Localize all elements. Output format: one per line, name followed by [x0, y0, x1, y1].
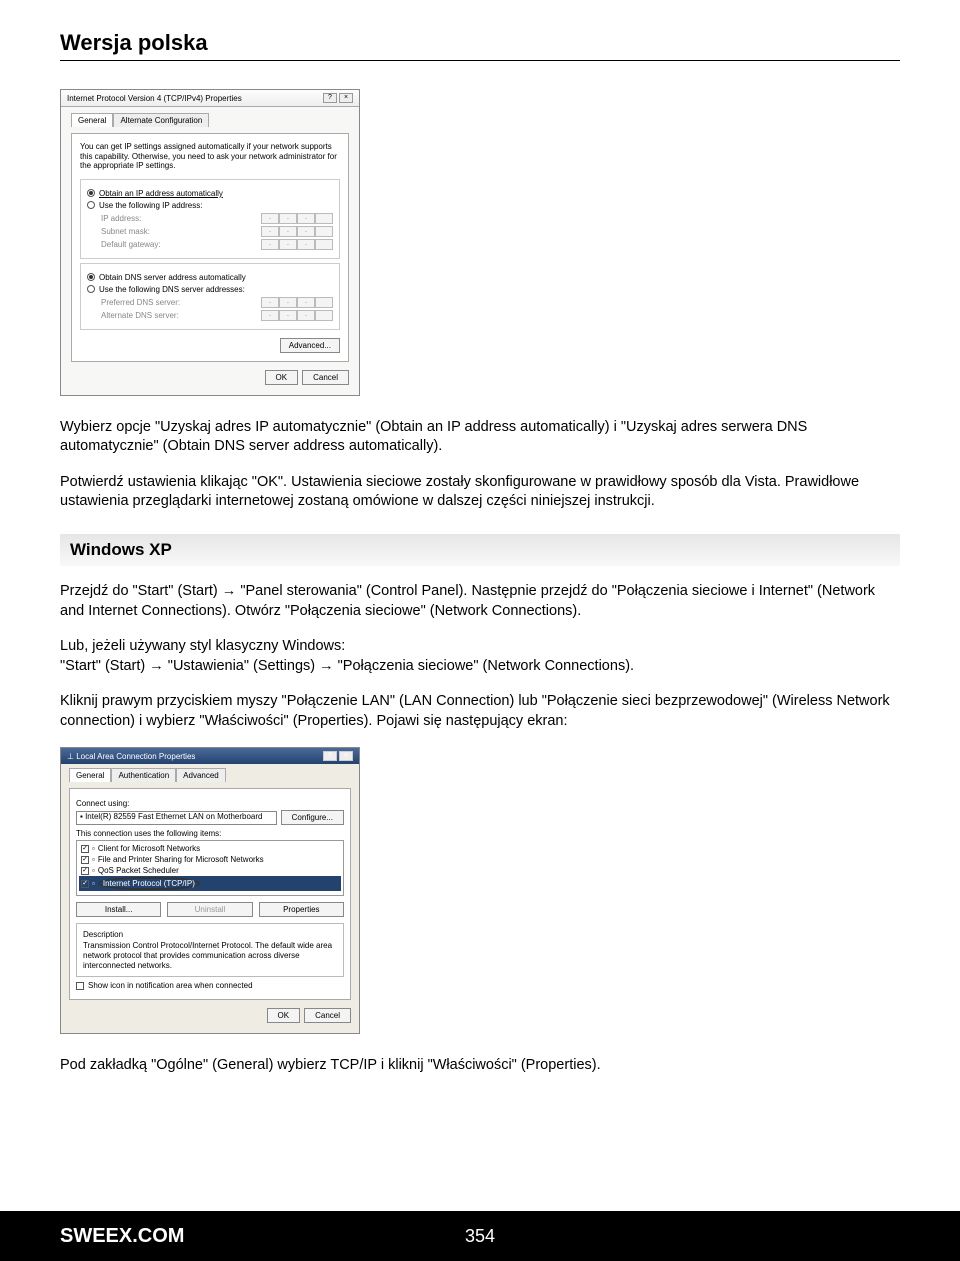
checkbox-icon[interactable]: [81, 856, 89, 864]
install-button[interactable]: Install...: [76, 902, 161, 917]
tab-advanced[interactable]: Advanced: [176, 768, 226, 782]
label-ip: IP address:: [101, 214, 141, 223]
tab-alternate[interactable]: Alternate Configuration: [113, 113, 209, 127]
label-alt-dns: Alternate DNS server:: [101, 311, 179, 320]
qos-icon: ▫: [92, 866, 95, 875]
network-icon: ⊥: [67, 752, 76, 761]
page-footer: SWEEX.COM 354: [0, 1211, 960, 1261]
list-item[interactable]: Client for Microsoft Networks: [98, 844, 200, 853]
radio-icon: [87, 189, 95, 197]
protocol-icon: ▫: [92, 879, 95, 888]
radio-label: Use the following DNS server addresses:: [99, 285, 245, 294]
close-icon[interactable]: ×: [339, 93, 353, 103]
share-icon: ▫: [92, 855, 95, 864]
advanced-button[interactable]: Advanced...: [280, 338, 340, 353]
paragraph: Przejdź do "Start" (Start) → "Panel ster…: [60, 582, 900, 621]
checkbox-label: Show icon in notification area when conn…: [88, 981, 253, 990]
checkbox-show-icon[interactable]: Show icon in notification area when conn…: [76, 981, 344, 990]
section-heading-xp: Windows XP: [60, 534, 900, 566]
list-item[interactable]: QoS Packet Scheduler: [98, 866, 179, 875]
tab-general[interactable]: General: [69, 768, 111, 782]
label-description: Description: [83, 930, 337, 939]
radio-icon: [87, 273, 95, 281]
cancel-button[interactable]: Cancel: [302, 370, 349, 385]
ipv4-properties-dialog: Internet Protocol Version 4 (TCP/IPv4) P…: [60, 89, 360, 396]
help-icon[interactable]: ?: [323, 93, 337, 103]
radio-icon: [87, 285, 95, 293]
checkbox-icon[interactable]: [81, 867, 89, 875]
ok-button[interactable]: OK: [265, 370, 299, 385]
arrow-icon: →: [149, 658, 164, 674]
page-title: Wersja polska: [60, 30, 900, 56]
paragraph: Pod zakładką "Ogólne" (General) wybierz …: [60, 1056, 900, 1076]
checkbox-icon[interactable]: [81, 880, 89, 888]
footer-brand: SWEEX.COM: [60, 1225, 184, 1248]
arrow-icon: →: [222, 583, 237, 599]
description-text: Transmission Control Protocol/Internet P…: [83, 941, 337, 970]
paragraph: Wybierz opcje "Uzyskaj adres IP automaty…: [60, 418, 900, 457]
checkbox-icon[interactable]: [81, 845, 89, 853]
dialog-title: Internet Protocol Version 4 (TCP/IPv4) P…: [67, 94, 242, 103]
configure-button[interactable]: Configure...: [281, 810, 344, 825]
title-rule: [60, 60, 900, 61]
ok-button[interactable]: OK: [267, 1008, 301, 1023]
radio-label: Obtain an IP address automatically: [99, 189, 223, 198]
label-connect-using: Connect using:: [76, 799, 344, 808]
dialog-titlebar: ⊥ Local Area Connection Properties ? ×: [61, 748, 359, 764]
dialog-desc: You can get IP settings assigned automat…: [80, 142, 340, 171]
uninstall-button: Uninstall: [167, 902, 252, 917]
client-icon: ▫: [92, 844, 95, 853]
list-item-tcpip[interactable]: Internet Protocol (TCP/IP): [98, 877, 200, 890]
cancel-button[interactable]: Cancel: [304, 1008, 351, 1023]
close-icon[interactable]: ×: [339, 751, 353, 761]
radio-label: Use the following IP address:: [99, 201, 202, 210]
help-icon[interactable]: ?: [323, 751, 337, 761]
items-list[interactable]: ▫Client for Microsoft Networks ▫File and…: [76, 840, 344, 896]
paragraph: Kliknij prawym przyciskiem myszy "Połącz…: [60, 692, 900, 731]
lan-properties-dialog: ⊥ Local Area Connection Properties ? × G…: [60, 747, 360, 1034]
label-subnet: Subnet mask:: [101, 227, 150, 236]
list-item[interactable]: File and Printer Sharing for Microsoft N…: [98, 855, 264, 864]
radio-label: Obtain DNS server address automatically: [99, 273, 246, 282]
label-pref-dns: Preferred DNS server:: [101, 298, 180, 307]
tabs: General Alternate Configuration: [71, 113, 349, 127]
radio-icon: [87, 201, 95, 209]
properties-button[interactable]: Properties: [259, 902, 344, 917]
dialog-titlebar: Internet Protocol Version 4 (TCP/IPv4) P…: [61, 90, 359, 107]
tab-general[interactable]: General: [71, 113, 113, 127]
paragraph: Lub, jeżeli używany styl klasyczny Windo…: [60, 637, 900, 676]
tab-authentication[interactable]: Authentication: [111, 768, 176, 782]
page-number: 354: [465, 1226, 495, 1247]
radio-use-dns[interactable]: Use the following DNS server addresses:: [87, 285, 333, 294]
paragraph: Potwierdź ustawienia klikając "OK". Usta…: [60, 473, 900, 512]
arrow-icon: →: [319, 658, 334, 674]
checkbox-icon: [76, 982, 84, 990]
adapter-field: ▪ Intel(R) 82559 Fast Ethernet LAN on Mo…: [76, 811, 277, 825]
radio-use-ip[interactable]: Use the following IP address:: [87, 201, 333, 210]
radio-obtain-ip[interactable]: Obtain an IP address automatically: [87, 189, 333, 198]
label-connection-items: This connection uses the following items…: [76, 829, 344, 838]
label-gateway: Default gateway:: [101, 240, 161, 249]
dialog-title: Local Area Connection Properties: [76, 752, 195, 761]
radio-obtain-dns[interactable]: Obtain DNS server address automatically: [87, 273, 333, 282]
